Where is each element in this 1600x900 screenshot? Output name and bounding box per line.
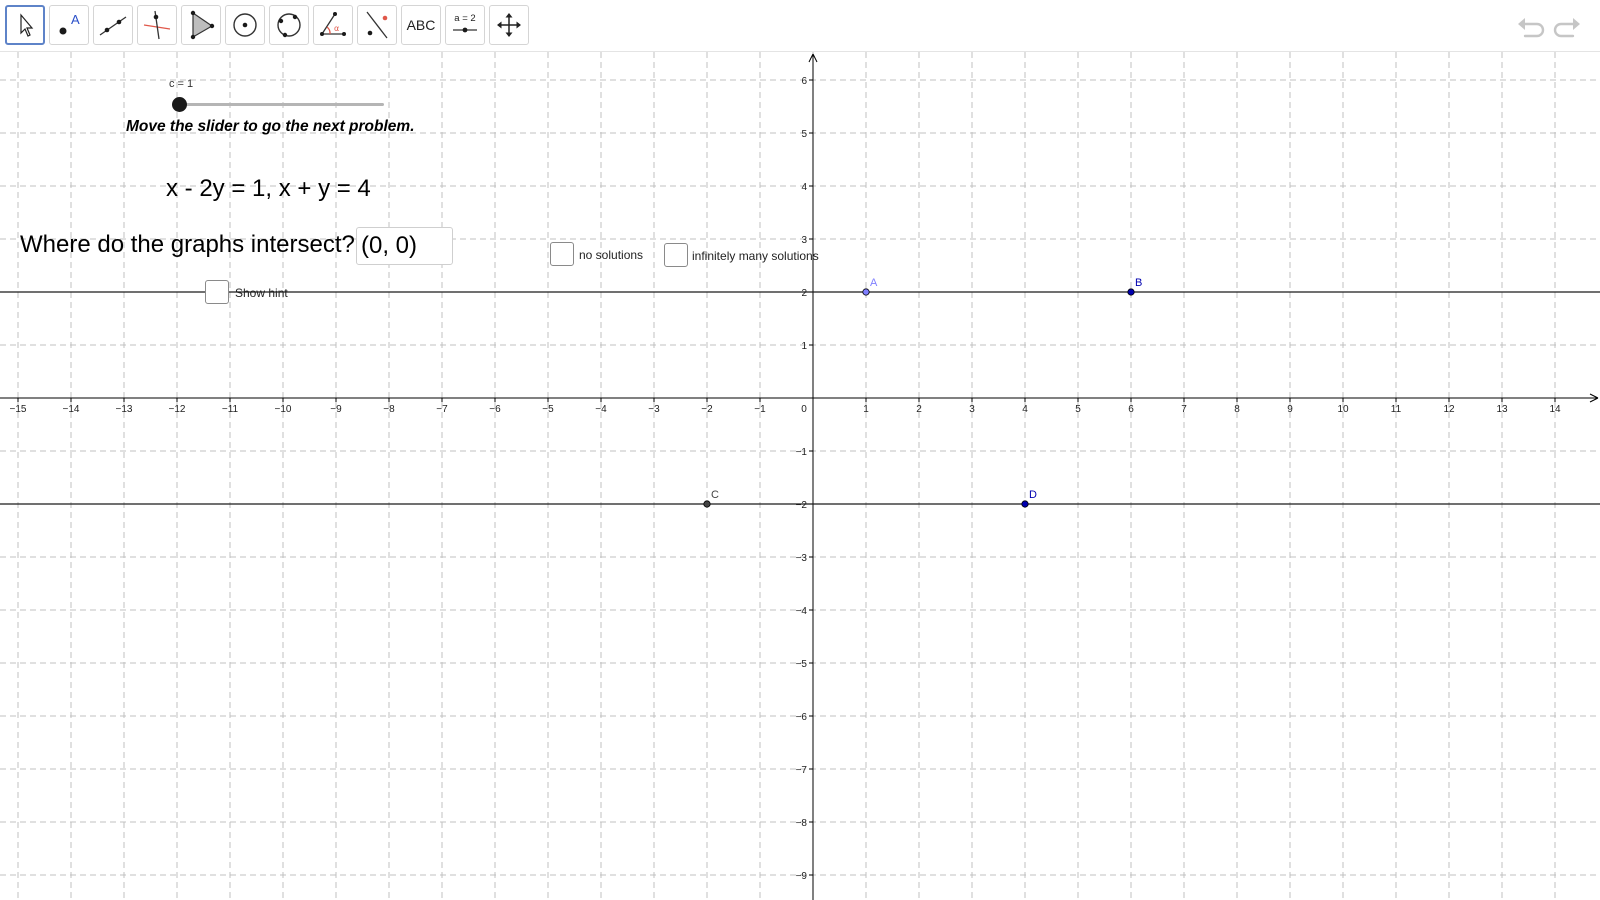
- x-tick-label: −11: [222, 404, 239, 415]
- x-tick-label: 3: [969, 404, 975, 415]
- y-tick-label: 5: [801, 129, 807, 140]
- x-tick-label: −12: [169, 404, 186, 415]
- point-icon: A: [59, 12, 80, 35]
- x-tick-label: −5: [542, 404, 554, 415]
- x-tick-label: 2: [916, 404, 922, 415]
- y-tick-label: −9: [796, 871, 808, 882]
- reflect-about-line-icon: [366, 11, 388, 39]
- polygon-tool-button[interactable]: [181, 5, 221, 45]
- x-tick-label: 10: [1337, 404, 1349, 415]
- move-graphics-view-tool-button[interactable]: [489, 5, 529, 45]
- x-tick-label: 8: [1234, 404, 1240, 415]
- x-tick-label: 0: [801, 404, 807, 415]
- reflect-tool-button[interactable]: [357, 5, 397, 45]
- y-tick-label: 2: [801, 288, 807, 299]
- angle-tool-button[interactable]: α: [313, 5, 353, 45]
- intersection-answer-input[interactable]: [356, 227, 453, 265]
- equation-system: x - 2y = 1, x + y = 4: [166, 175, 371, 202]
- cursor-arrow-icon: [20, 13, 34, 37]
- perpendicular-line-tool-button[interactable]: [137, 5, 177, 45]
- x-tick-label: 12: [1443, 404, 1455, 415]
- x-tick-label: 7: [1181, 404, 1187, 415]
- perpendicular-line-icon: [143, 10, 171, 40]
- x-tick-label: 13: [1496, 404, 1508, 415]
- problem-slider-track[interactable]: [178, 103, 384, 106]
- y-tick-label: −8: [796, 818, 808, 829]
- y-tick-label: −4: [796, 606, 808, 617]
- line-through-points-icon: [99, 16, 127, 36]
- x-tick-label: −13: [116, 404, 133, 415]
- y-tick-label: 6: [801, 76, 807, 87]
- redo-icon[interactable]: [1553, 12, 1583, 40]
- y-tick-label: 4: [801, 182, 807, 193]
- point-d: [1021, 500, 1029, 508]
- svg-text:a = 2: a = 2: [454, 13, 475, 24]
- point-c: [703, 500, 711, 508]
- show-hint-label: Show hint: [235, 286, 288, 300]
- x-tick-label: −9: [330, 404, 342, 415]
- svg-text:α: α: [334, 24, 339, 33]
- text-tool-label: ABC: [406, 17, 436, 33]
- y-tick-label: −2: [796, 500, 808, 511]
- point-label-c: C: [711, 489, 719, 501]
- y-tick-label: −5: [796, 659, 808, 670]
- x-tick-label: −15: [10, 404, 27, 415]
- text-tool-button[interactable]: ABC: [401, 5, 441, 45]
- angle-icon: α: [320, 12, 346, 36]
- svg-text:A: A: [71, 12, 80, 27]
- circle-center-icon: [233, 13, 257, 37]
- slider-icon: a = 2: [453, 13, 477, 33]
- question-label: Where do the graphs intersect?: [20, 231, 355, 258]
- no-solutions-checkbox[interactable]: [550, 242, 574, 266]
- x-tick-label: −8: [383, 404, 395, 415]
- x-tick-label: −4: [595, 404, 607, 415]
- circle-three-points-icon: [277, 13, 301, 38]
- line-tool-button[interactable]: [93, 5, 133, 45]
- y-tick-label: −6: [796, 712, 808, 723]
- slider-tool-button[interactable]: a = 2: [445, 5, 485, 45]
- instruction-text: Move the slider to go the next problem.: [126, 118, 415, 135]
- x-tick-label: 11: [1391, 404, 1402, 415]
- x-tick-label: −10: [275, 404, 292, 415]
- slider-caption: c = 1: [169, 78, 194, 90]
- y-tick-label: 1: [801, 341, 807, 352]
- toolbar: A α ABC a = 2: [0, 0, 1600, 52]
- infinitely-many-label: infinitely many solutions: [692, 249, 819, 263]
- y-tick-label: −3: [796, 553, 808, 564]
- polygon-icon: [190, 10, 215, 40]
- x-tick-label: 4: [1022, 404, 1028, 415]
- point-label-a: A: [870, 277, 878, 289]
- x-tick-label: 6: [1128, 404, 1134, 415]
- circle-three-points-tool-button[interactable]: [269, 5, 309, 45]
- x-tick-label: 5: [1075, 404, 1081, 415]
- x-tick-label: −1: [754, 404, 766, 415]
- x-tick-label: 1: [863, 404, 869, 415]
- infinitely-many-checkbox[interactable]: [664, 243, 688, 267]
- point-label-b: B: [1135, 277, 1142, 289]
- x-tick-label: −6: [489, 404, 501, 415]
- point-label-d: D: [1029, 489, 1037, 501]
- x-tick-label: −2: [701, 404, 713, 415]
- x-tick-label: −3: [648, 404, 660, 415]
- move-tool-button[interactable]: [5, 5, 45, 45]
- y-tick-label: −1: [796, 447, 808, 458]
- no-solutions-label: no solutions: [579, 248, 644, 262]
- x-tick-label: 9: [1287, 404, 1293, 415]
- x-tick-label: 14: [1549, 404, 1561, 415]
- point-a: [862, 288, 870, 296]
- point-b: [1127, 288, 1135, 296]
- move-arrows-icon: [497, 13, 521, 37]
- show-hint-checkbox[interactable]: [205, 280, 229, 304]
- y-tick-label: −7: [796, 765, 808, 776]
- y-tick-label: 3: [801, 235, 807, 246]
- x-tick-label: −7: [436, 404, 448, 415]
- point-tool-button[interactable]: A: [49, 5, 89, 45]
- x-tick-label: −14: [63, 404, 80, 415]
- circle-tool-button[interactable]: [225, 5, 265, 45]
- undo-icon[interactable]: [1515, 12, 1545, 40]
- problem-slider-knob[interactable]: [172, 97, 187, 112]
